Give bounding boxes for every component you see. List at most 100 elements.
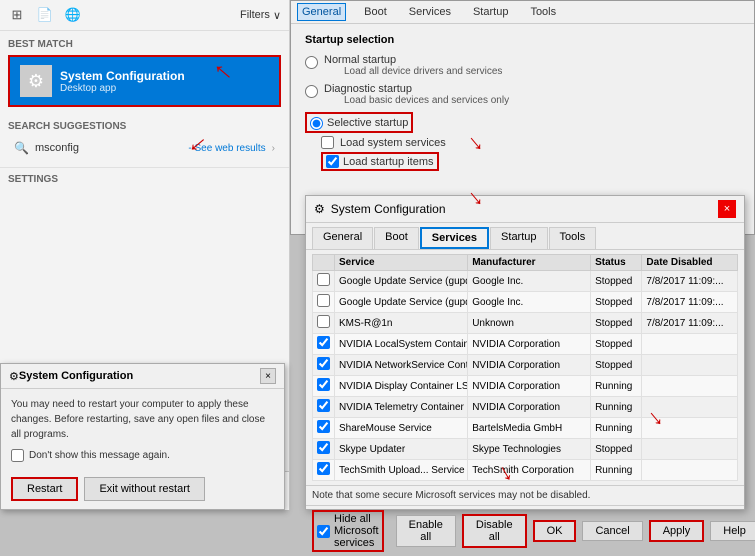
status-cell: Stopped <box>591 439 642 460</box>
table-row: ShareMouse Service BartelsMedia GmbH Run… <box>313 418 738 439</box>
service-name-cell: NVIDIA Display Container LS <box>335 376 468 397</box>
best-match-item[interactable]: ⚙ System Configuration Desktop app <box>8 55 281 107</box>
service-name-cell: Google Update Service (gupdete) <box>335 271 468 292</box>
search-suggestions-section: Search suggestions 🔍 msconfig - See web … <box>0 115 289 165</box>
date-cell: 7/8/2017 11:09:... <box>642 313 738 334</box>
services-close-button[interactable]: × <box>718 200 736 218</box>
services-tab-services[interactable]: Services <box>420 227 489 249</box>
general-content: Startup selection Normal startup Load al… <box>291 24 754 181</box>
tab-general[interactable]: General <box>297 3 346 21</box>
services-window: ⚙ System Configuration × General Boot Se… <box>305 195 745 510</box>
cb-load-startup-label: Load startup items <box>343 156 434 168</box>
ok-button[interactable]: OK <box>533 520 577 542</box>
home-icon[interactable]: ⊞ <box>8 6 26 24</box>
radio-selective-input[interactable] <box>310 117 323 130</box>
row-checkbox[interactable] <box>317 420 330 433</box>
table-row: Google Update Service (gupdatem) Google … <box>313 292 738 313</box>
services-tab-startup[interactable]: Startup <box>490 227 547 249</box>
status-cell: Stopped <box>591 313 642 334</box>
arrow-icon: › <box>272 143 275 154</box>
table-row: Skype Updater Skype Technologies Stopped <box>313 439 738 460</box>
manufacturer-cell: Unknown <box>468 313 591 334</box>
row-checkbox[interactable] <box>317 462 330 475</box>
globe-icon[interactable]: 🌐 <box>64 6 82 24</box>
date-cell: 7/8/2017 11:09:... <box>642 292 738 313</box>
service-name-cell: Google Update Service (gupdatem) <box>335 292 468 313</box>
restart-dialog: ⚙ System Configuration × You may need to… <box>0 363 285 510</box>
radio-selective-startup: Selective startup <box>305 112 413 133</box>
hide-ms-label: Hide all Microsoft services <box>334 513 379 549</box>
row-checkbox-cell <box>313 313 335 334</box>
disable-all-button[interactable]: Disable all <box>462 514 527 548</box>
cb-load-startup-input[interactable] <box>326 155 339 168</box>
row-checkbox-cell <box>313 439 335 460</box>
restart-dont-show-checkbox[interactable] <box>11 449 24 462</box>
table-row: KMS-R@1n Unknown Stopped 7/8/2017 11:09:… <box>313 313 738 334</box>
tab-tools[interactable]: Tools <box>526 4 560 20</box>
row-checkbox[interactable] <box>317 441 330 454</box>
col-service: Service <box>335 255 468 271</box>
row-checkbox[interactable] <box>317 378 330 391</box>
service-name-cell: TechSmith Upload... Service <box>335 460 468 481</box>
col-status: Status <box>591 255 642 271</box>
status-cell: Stopped <box>591 292 642 313</box>
enable-all-button[interactable]: Enable all <box>396 515 456 547</box>
cb-load-system-input[interactable] <box>321 136 334 149</box>
search-icon: 🔍 <box>14 141 29 155</box>
row-checkbox-cell <box>313 418 335 439</box>
col-checkbox <box>313 255 335 271</box>
row-checkbox[interactable] <box>317 336 330 349</box>
table-row: NVIDIA Telemetry Container NVIDIA Corpor… <box>313 397 738 418</box>
manufacturer-cell: NVIDIA Corporation <box>468 397 591 418</box>
radio-group: Normal startup Load all device drivers a… <box>305 54 740 171</box>
status-cell: Running <box>591 397 642 418</box>
chevron-down-icon: ∨ <box>273 9 281 22</box>
exit-without-restart-button[interactable]: Exit without restart <box>84 477 204 501</box>
general-menu-bar: General Boot Services Startup Tools <box>291 1 754 24</box>
restart-button[interactable]: Restart <box>11 477 78 501</box>
restart-close-button[interactable]: × <box>260 368 276 384</box>
app-subtitle: Desktop app <box>60 83 185 94</box>
radio-diagnostic-input[interactable] <box>305 85 318 98</box>
hide-ms-checkbox-input[interactable] <box>317 525 330 538</box>
services-table-container: Service Manufacturer Status Date Disable… <box>306 250 744 485</box>
services-tab-tools[interactable]: Tools <box>549 227 597 249</box>
tab-boot[interactable]: Boot <box>360 4 391 20</box>
apply-button[interactable]: Apply <box>649 520 705 542</box>
manufacturer-cell: TechSmith Corporation <box>468 460 591 481</box>
tab-startup[interactable]: Startup <box>469 4 512 20</box>
best-match-section: Best match ⚙ System Configuration Deskto… <box>0 31 289 115</box>
restart-dialog-title: System Configuration <box>19 370 260 382</box>
tab-services-bg[interactable]: Services <box>405 4 455 20</box>
cb-load-system-label: Load system services <box>340 137 446 149</box>
document-icon[interactable]: 📄 <box>36 6 54 24</box>
cb-load-system: Load system services <box>321 136 740 149</box>
row-checkbox[interactable] <box>317 273 330 286</box>
restart-win-icon: ⚙ <box>9 370 19 383</box>
row-checkbox[interactable] <box>317 357 330 370</box>
row-checkbox-cell <box>313 355 335 376</box>
settings-label: Settings <box>8 174 281 185</box>
suggestion-item[interactable]: 🔍 msconfig - See web results › <box>8 137 281 159</box>
date-cell <box>642 334 738 355</box>
help-button[interactable]: Help <box>710 521 755 541</box>
row-checkbox[interactable] <box>317 294 330 307</box>
services-win-icon: ⚙ <box>314 202 325 216</box>
restart-message: You may need to restart your computer to… <box>11 399 265 440</box>
radio-normal-input[interactable] <box>305 56 318 69</box>
manufacturer-cell: NVIDIA Corporation <box>468 376 591 397</box>
row-checkbox-cell <box>313 460 335 481</box>
row-checkbox[interactable] <box>317 315 330 328</box>
filters-button[interactable]: Filters ∨ <box>240 9 281 22</box>
service-name-cell: NVIDIA LocalSystem Container <box>335 334 468 355</box>
services-tab-general[interactable]: General <box>312 227 373 249</box>
restart-body: You may need to restart your computer to… <box>1 389 284 477</box>
cancel-button[interactable]: Cancel <box>582 521 642 541</box>
status-cell: Running <box>591 418 642 439</box>
col-manufacturer: Manufacturer <box>468 255 591 271</box>
table-row: TechSmith Upload... Service TechSmith Co… <box>313 460 738 481</box>
manufacturer-cell: NVIDIA Corporation <box>468 334 591 355</box>
services-tab-boot[interactable]: Boot <box>374 227 419 249</box>
table-row: NVIDIA Display Container LS NVIDIA Corpo… <box>313 376 738 397</box>
row-checkbox[interactable] <box>317 399 330 412</box>
